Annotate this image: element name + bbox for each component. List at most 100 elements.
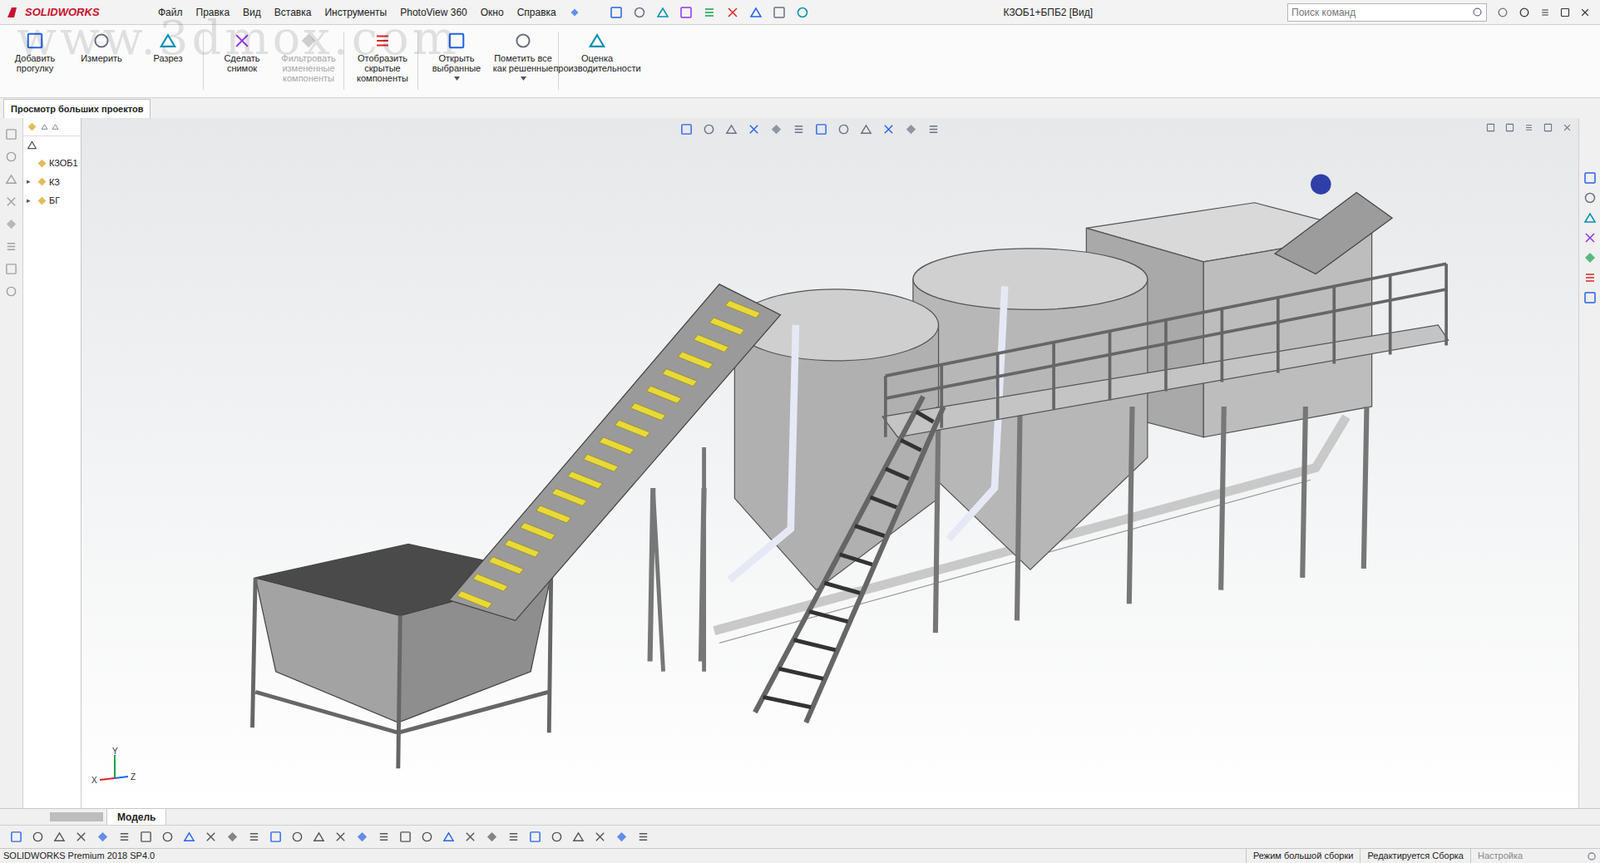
sketch-tool-icon[interactable] [615,830,628,844]
sketch-tool-icon[interactable] [74,830,88,844]
task-pane-icon[interactable] [1583,211,1597,225]
app-logo[interactable]: SOLIDWORKS [6,4,149,21]
ribbon-button[interactable]: Сделать снимок [210,31,274,74]
menu-item[interactable]: Справка [517,4,557,20]
ribbon-button[interactable]: Отобразить скрытые компоненты [350,31,415,84]
sketch-tool-icon[interactable] [312,830,326,844]
pane-left-icon[interactable] [1486,123,1496,133]
status-icon[interactable] [1586,851,1597,862]
ribbon-button[interactable]: Фильтровать измененные компоненты [276,31,341,84]
status-item[interactable]: Режим большой сборки [1245,849,1360,863]
sketch-tool-icon[interactable] [182,830,196,844]
sketch-tool-icon[interactable] [377,830,391,844]
arrow-right-icon[interactable] [51,123,60,131]
menu-item[interactable]: Файл [158,4,183,20]
sketch-tool-icon[interactable] [247,830,261,844]
search-box[interactable]: Поиск команд [1287,3,1487,22]
sketch-tool-icon[interactable] [593,830,607,844]
ribbon-button[interactable]: Открыть выбранные [424,31,489,81]
sketch-tool-icon[interactable] [572,830,585,844]
side-tool-icon[interactable] [4,128,18,141]
task-pane-icon[interactable] [1583,271,1597,285]
status-item[interactable]: Редактируется Сборка [1359,849,1471,863]
view-tool-icon[interactable] [770,123,783,136]
sketch-tool-icon[interactable] [637,830,650,844]
tree-item[interactable]: КЗОБ1 [23,153,81,173]
assembly-model[interactable] [81,118,1579,809]
sketch-tool-icon[interactable] [464,830,477,844]
search-icon[interactable] [1471,6,1483,18]
ribbon-tab[interactable]: Просмотр больших проектов [3,98,151,119]
sketch-tool-icon[interactable] [550,830,563,844]
quick-access-icon[interactable] [749,5,763,20]
side-tool-icon[interactable] [4,285,18,298]
ribbon-button[interactable]: Добавить прогулку [3,31,67,74]
menu-item[interactable]: Инструменты [324,4,387,20]
view-tool-icon[interactable] [904,123,918,136]
bottom-tab[interactable]: Модель [106,809,167,825]
ribbon-button[interactable]: Измерить [69,31,134,64]
view-tool-icon[interactable] [882,123,895,136]
task-pane-icon[interactable] [1583,251,1597,265]
tab-scroll[interactable] [49,812,104,822]
side-tool-icon[interactable] [4,217,18,231]
task-pane-icon[interactable] [1583,231,1597,245]
sketch-tool-icon[interactable] [485,830,499,844]
minimize-icon[interactable] [1540,7,1551,18]
quick-access-icon[interactable] [795,5,810,20]
side-tool-icon[interactable] [4,262,18,276]
filter-icon[interactable] [26,139,38,151]
restore-view-icon[interactable] [1543,123,1553,133]
view-tool-icon[interactable] [747,123,761,136]
user-icon[interactable] [1496,6,1509,19]
pin-icon[interactable] [569,7,580,18]
close-view-icon[interactable] [1562,123,1572,133]
task-pane-icon[interactable] [1583,171,1597,185]
sketch-tool-icon[interactable] [269,830,282,844]
menu-item[interactable]: Правка [196,4,231,20]
sketch-tool-icon[interactable] [118,830,131,844]
menu-item[interactable]: PhotoView 360 [400,4,468,20]
sketch-tool-icon[interactable] [420,830,434,844]
quick-access-icon[interactable] [725,5,740,20]
view-tool-icon[interactable] [927,123,940,136]
view-tool-icon[interactable] [792,123,805,136]
pane-right-icon[interactable] [1505,123,1515,133]
sketch-tool-icon[interactable] [31,830,45,844]
minimize-view-icon[interactable] [1524,123,1534,133]
quick-access-icon[interactable] [656,5,670,20]
sketch-tool-icon[interactable] [96,830,109,844]
arrow-left-icon[interactable] [40,123,49,131]
sketch-tool-icon[interactable] [334,830,347,844]
sketch-tool-icon[interactable] [139,830,153,844]
task-pane-icon[interactable] [1583,291,1597,305]
dropdown-arrow-icon[interactable] [454,76,460,81]
menu-item[interactable]: Вставка [274,4,312,20]
sketch-tool-icon[interactable] [204,830,218,844]
side-tool-icon[interactable] [4,172,18,186]
help-icon[interactable] [1518,6,1531,19]
view-tool-icon[interactable] [680,123,693,136]
sketch-tool-icon[interactable] [9,830,23,844]
sketch-tool-icon[interactable] [442,830,455,844]
side-tool-icon[interactable] [4,195,18,208]
tree-item[interactable]: ▸КЗ [23,172,81,193]
ribbon-button[interactable]: Разрез [136,31,200,64]
sketch-tool-icon[interactable] [528,830,542,844]
quick-access-icon[interactable] [632,5,647,20]
graphics-viewport[interactable]: XYZ [81,118,1579,809]
tree-tab-icon[interactable] [26,121,38,133]
view-tool-icon[interactable] [837,123,850,136]
status-item[interactable]: Настройка [1470,849,1587,863]
menu-item[interactable]: Вид [242,4,262,20]
quick-access-icon[interactable] [702,5,717,20]
view-tool-icon[interactable] [814,123,828,136]
quick-access-icon[interactable] [772,5,786,20]
sketch-tool-icon[interactable] [507,830,520,844]
side-tool-icon[interactable] [4,240,18,253]
sketch-tool-icon[interactable] [53,830,66,844]
view-tool-icon[interactable] [725,123,738,136]
task-pane-icon[interactable] [1583,191,1597,205]
quick-access-icon[interactable] [679,5,693,20]
dropdown-arrow-icon[interactable] [520,76,527,81]
